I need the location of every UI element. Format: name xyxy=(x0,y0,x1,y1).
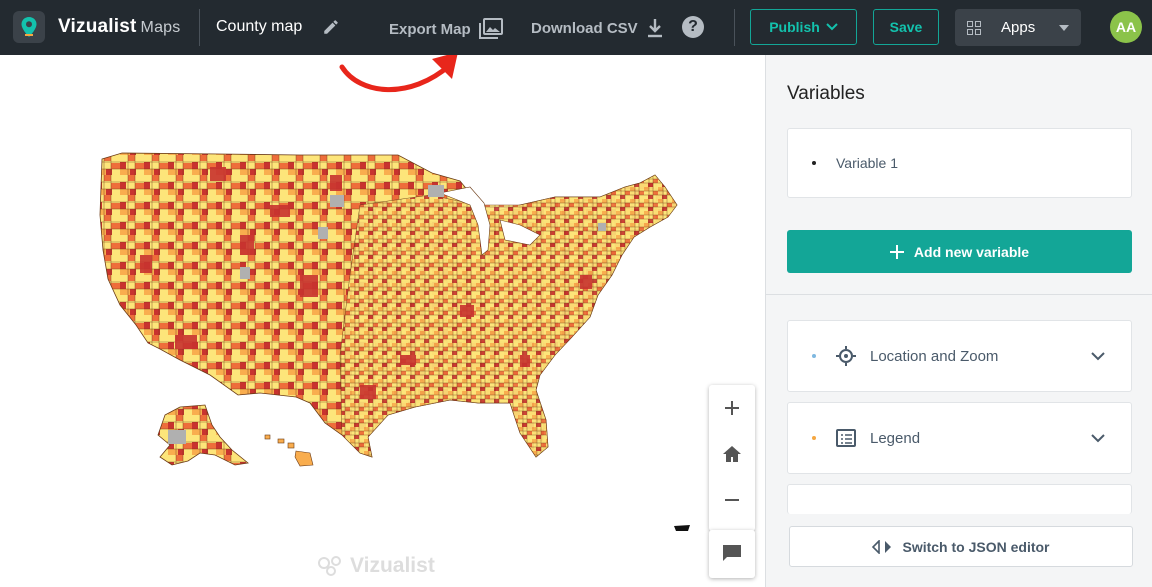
grid-icon xyxy=(967,20,981,35)
caret-down-icon xyxy=(1059,24,1069,31)
chevron-down-icon xyxy=(1091,351,1105,360)
map-pin-icon xyxy=(21,17,37,37)
plus-icon xyxy=(889,244,904,259)
home-icon xyxy=(723,446,741,462)
county-map[interactable] xyxy=(0,55,765,587)
export-map-button[interactable]: Export Map xyxy=(389,18,503,40)
divider xyxy=(734,9,735,46)
chevron-down-icon xyxy=(1091,433,1105,442)
status-dot xyxy=(812,436,816,440)
save-button[interactable]: Save xyxy=(873,9,939,45)
accordion-partial[interactable] xyxy=(787,484,1132,514)
plus-icon xyxy=(725,401,739,415)
publish-label: Publish xyxy=(769,19,820,35)
hawaii-shape xyxy=(264,434,314,467)
switch-json-editor-button[interactable]: Switch to JSON editor xyxy=(789,526,1133,567)
avatar[interactable]: AA xyxy=(1110,11,1142,43)
brand-title: Vizualist xyxy=(58,16,137,37)
watermark-logo-icon xyxy=(318,556,341,576)
section-label: Location and Zoom xyxy=(870,347,999,365)
add-variable-button[interactable]: Add new variable xyxy=(787,230,1132,273)
apps-label: Apps xyxy=(1001,19,1036,36)
apps-dropdown[interactable]: Apps xyxy=(955,9,1081,46)
brand-subtitle: Maps xyxy=(140,19,181,36)
zoom-in-button[interactable] xyxy=(709,385,755,431)
variable-item[interactable]: Variable 1 xyxy=(788,129,1131,197)
chevron-down-icon xyxy=(826,23,838,31)
app-logo[interactable] xyxy=(13,11,45,43)
variables-list: Variable 1 xyxy=(787,128,1132,198)
download-csv-label: Download CSV xyxy=(531,19,638,37)
annotation-arrow xyxy=(339,62,453,93)
divider xyxy=(766,294,1152,295)
list-icon xyxy=(836,429,856,447)
accordion-legend[interactable]: Legend xyxy=(787,402,1132,474)
alaska-no-data xyxy=(168,430,186,444)
sidebar: Variables Variable 1 Add new variable Lo… xyxy=(765,55,1152,587)
minus-icon xyxy=(725,499,739,501)
chat-button[interactable] xyxy=(709,530,755,578)
target-icon xyxy=(836,346,856,366)
publish-button[interactable]: Publish xyxy=(750,9,857,45)
home-button[interactable] xyxy=(709,431,755,477)
download-icon xyxy=(647,19,662,38)
top-bar: Vizualist Maps County map Export Map Down… xyxy=(0,0,1152,55)
ink-mark xyxy=(674,525,690,531)
help-icon[interactable]: ? xyxy=(682,16,704,38)
export-map-label: Export Map xyxy=(389,20,471,38)
map-canvas[interactable]: Vizualist xyxy=(0,55,765,587)
code-arrows-icon xyxy=(872,539,892,554)
download-csv-button[interactable]: Download CSV xyxy=(531,18,664,38)
json-editor-label: Switch to JSON editor xyxy=(902,538,1050,555)
watermark-text: Vizualist xyxy=(350,554,435,577)
zoom-out-button[interactable] xyxy=(709,477,755,523)
sidebar-title: Variables xyxy=(787,83,865,104)
chat-icon xyxy=(723,545,741,561)
accordion-location-zoom[interactable]: Location and Zoom xyxy=(787,320,1132,392)
divider xyxy=(199,9,200,46)
vizualist-watermark: Vizualist xyxy=(318,554,435,578)
map-name[interactable]: County map xyxy=(216,18,302,36)
pencil-icon[interactable] xyxy=(322,18,340,41)
variable-label: Variable 1 xyxy=(836,155,899,171)
images-icon xyxy=(478,18,503,39)
brand-name: Vizualist Maps xyxy=(58,16,180,38)
add-variable-label: Add new variable xyxy=(913,243,1030,260)
eastern-states-shape xyxy=(339,174,678,458)
bullet xyxy=(812,161,816,165)
section-label: Legend xyxy=(870,429,921,447)
status-dot xyxy=(812,354,816,358)
zoom-controls xyxy=(709,385,755,531)
